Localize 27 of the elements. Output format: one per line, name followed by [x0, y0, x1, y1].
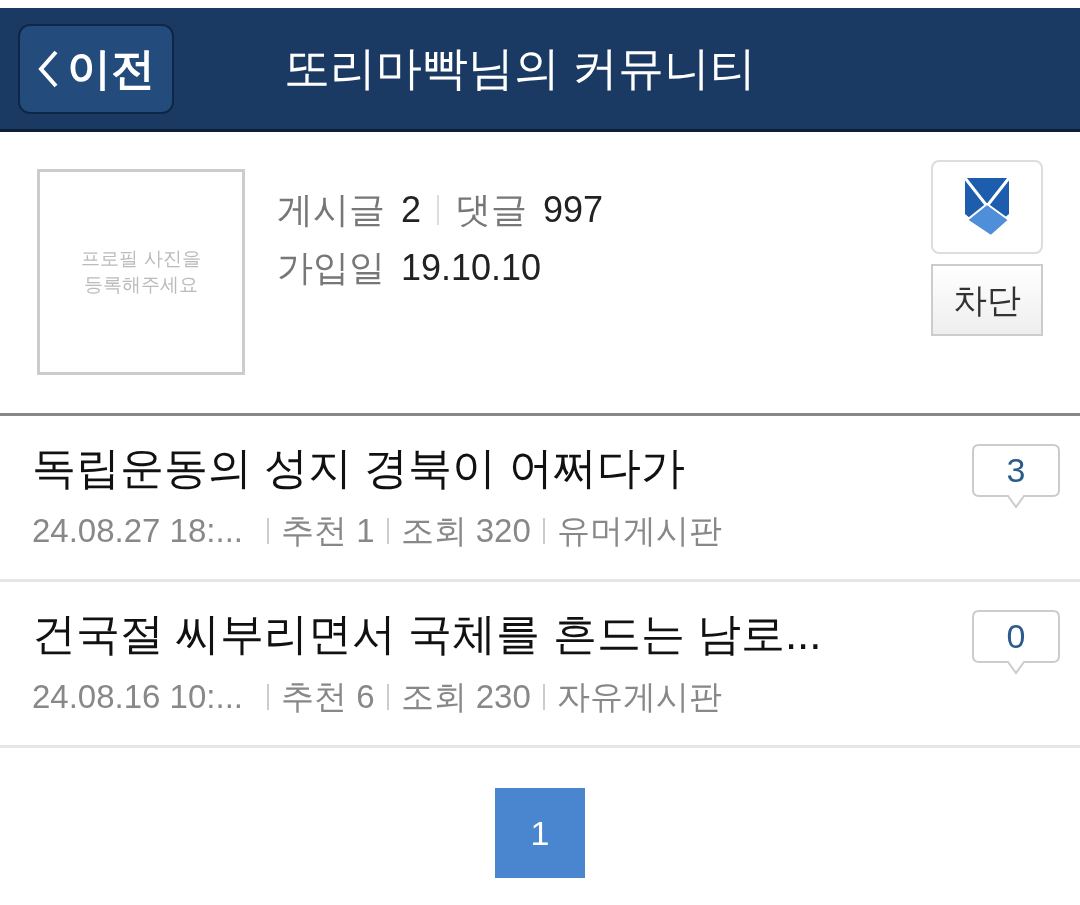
post-likes: 추천 6: [281, 677, 375, 717]
photo-placeholder-text: 프로필 사진을 등록해주세요: [80, 247, 202, 297]
post-likes: 추천 1: [281, 511, 375, 551]
page-button[interactable]: 1: [495, 788, 585, 878]
stat-value: 997: [543, 188, 604, 232]
joined-date: 19.10.10: [401, 246, 542, 290]
joined-label: 가입일: [277, 246, 385, 290]
post-row[interactable]: 독립운동의 성지 경북이 어쩌다가 24.08.27 18:... 추천 1 조회 320 유머게시판 3: [0, 416, 1080, 582]
post-views: 조회 320: [400, 511, 531, 551]
stat-value: 2: [401, 188, 422, 232]
post-row[interactable]: 건국절 씨부리면서 국체를 흔드는 남로... 24.08.16 10:... 추천 6 조회 230 자유게시판 0: [0, 582, 1080, 748]
post-title: 건국절 씨부리면서 국체를 흔드는 남로...: [32, 608, 823, 660]
stat-label: 댓글: [455, 188, 528, 232]
post-board: 유머게시판: [556, 511, 722, 551]
comment-count-bubble: 3: [972, 444, 1060, 510]
comment-count-bubble: 0: [972, 610, 1060, 676]
page-title: 또리마빡님의 커뮤니티: [283, 41, 757, 96]
post-datetime: 24.08.16 10:...: [32, 677, 243, 717]
stat-label: 게시글: [277, 188, 385, 232]
post-views: 조회 230: [400, 677, 531, 717]
chevron-left-icon: [37, 49, 59, 89]
block-button[interactable]: 차단: [931, 264, 1043, 336]
post-title: 독립운동의 성지 경북이 어쩌다가: [32, 442, 686, 494]
post-datetime: 24.08.27 18:...: [32, 511, 243, 551]
back-button[interactable]: 이전: [18, 24, 174, 114]
message-button[interactable]: [931, 160, 1043, 254]
post-board: 자유게시판: [556, 677, 722, 717]
